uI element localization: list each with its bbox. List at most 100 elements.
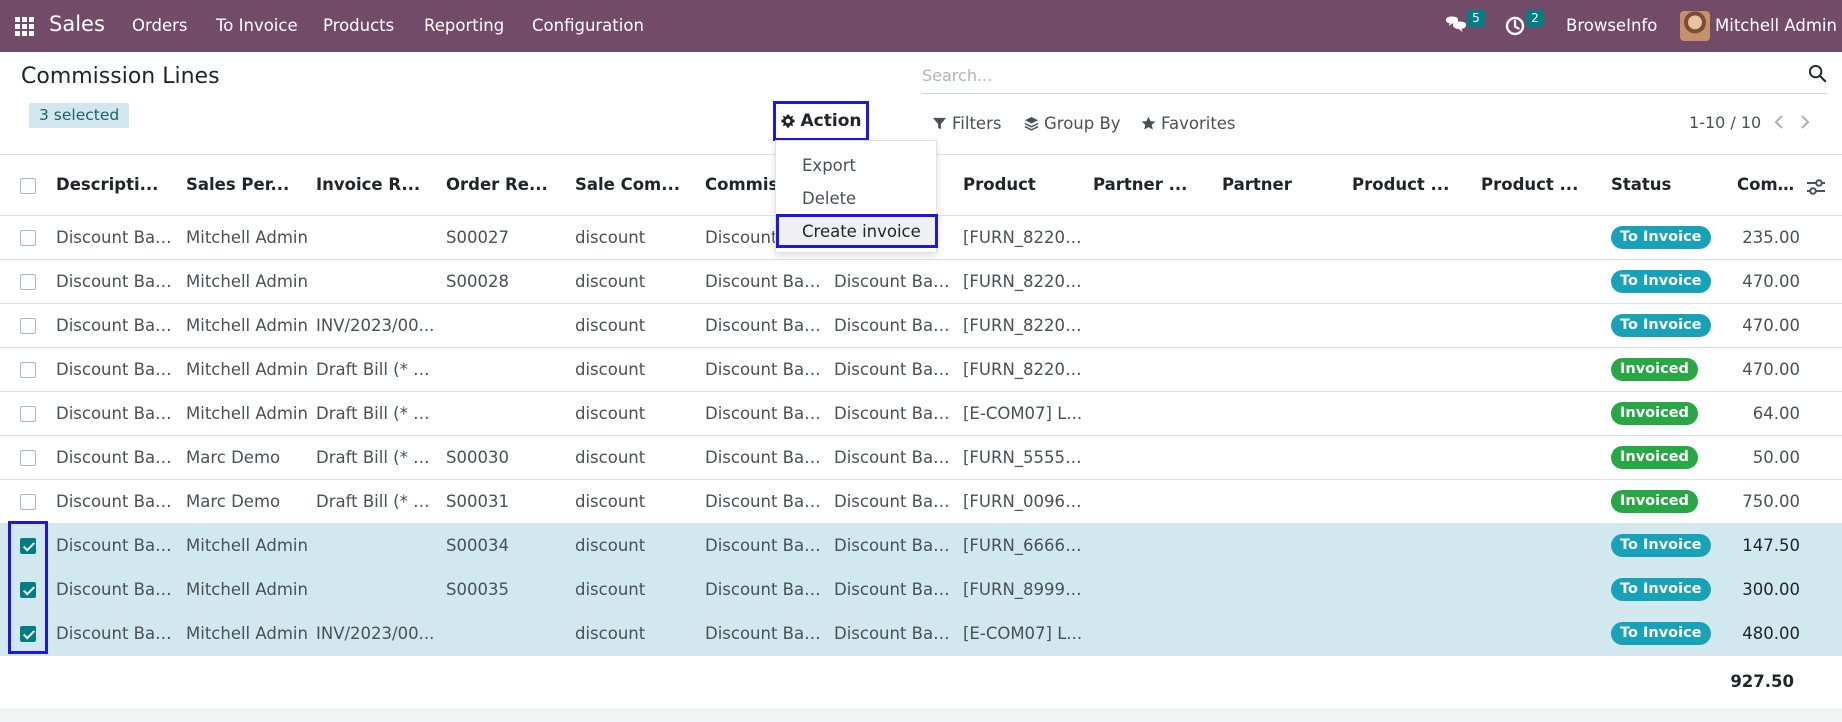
company-switcher[interactable]: BrowseInfo [1566, 16, 1657, 35]
cell-order-ref[interactable]: S00028 [438, 259, 567, 303]
cell-empty[interactable] [1344, 523, 1473, 567]
cell-product[interactable]: [FURN_5555]... [955, 435, 1085, 479]
cell-empty[interactable] [1344, 391, 1473, 435]
cell-empty[interactable] [1344, 435, 1473, 479]
cell-product[interactable]: [E-COM07] L... [955, 391, 1085, 435]
cell-empty[interactable] [1214, 479, 1344, 523]
cell-status[interactable]: To Invoice [1603, 303, 1729, 347]
cell-commission-based[interactable]: Discount Based [826, 435, 955, 479]
action-button[interactable]: Action [773, 101, 869, 141]
cell-invoice-ref[interactable] [308, 259, 438, 303]
column-header-description[interactable]: Descripti... [48, 155, 178, 216]
cell-status[interactable]: To Invoice [1603, 259, 1729, 303]
cell-description[interactable]: Discount Bas... [48, 215, 178, 259]
cell-sales-person[interactable]: Mitchell Admin [178, 303, 308, 347]
cell-commission[interactable]: Discount Bas... [697, 611, 826, 655]
cell-status[interactable]: To Invoice [1603, 611, 1729, 655]
cell-order-ref[interactable]: S00030 [438, 435, 567, 479]
cell-empty[interactable] [1085, 435, 1214, 479]
cell-product[interactable]: [FURN_8220]... [955, 215, 1085, 259]
clock-icon[interactable] [1505, 16, 1525, 36]
cell-empty[interactable] [1473, 391, 1603, 435]
select-all-checkbox[interactable] [20, 177, 36, 194]
cell-commission[interactable]: Discount Bas... [697, 479, 826, 523]
row-checkbox[interactable] [20, 406, 36, 422]
cell-order-ref[interactable] [438, 347, 567, 391]
cell-sale-commission[interactable]: discount [567, 391, 697, 435]
cell-order-ref[interactable]: S00031 [438, 479, 567, 523]
row-checkbox[interactable] [20, 450, 36, 466]
cell-empty[interactable] [1473, 347, 1603, 391]
cell-description[interactable]: Discount Bas... [48, 391, 178, 435]
table-row[interactable]: Discount Bas... Mitchell Admin INV/2023/00… [0, 611, 1842, 655]
cell-empty[interactable] [1344, 215, 1473, 259]
cell-empty[interactable] [1085, 479, 1214, 523]
cell-commission-amount[interactable]: 147.50 [1729, 523, 1842, 567]
cell-empty[interactable] [1085, 347, 1214, 391]
column-header-product[interactable]: Product [955, 155, 1085, 216]
cell-order-ref[interactable]: S00035 [438, 567, 567, 611]
cell-sales-person[interactable]: Mitchell Admin [178, 215, 308, 259]
cell-order-ref[interactable] [438, 391, 567, 435]
cell-product[interactable]: [FURN_8220]... [955, 303, 1085, 347]
cell-status[interactable]: Invoiced [1603, 391, 1729, 435]
user-avatar[interactable] [1680, 11, 1710, 41]
cell-empty[interactable] [1473, 611, 1603, 655]
table-row[interactable]: Discount Bas... Mitchell Admin Draft Bill … [0, 347, 1842, 391]
column-header-invoice-ref[interactable]: Invoice R... [308, 155, 438, 216]
cell-sale-commission[interactable]: discount [567, 523, 697, 567]
cell-status[interactable]: To Invoice [1603, 567, 1729, 611]
table-row[interactable]: Discount Bas... Mitchell Admin S00034 disco… [0, 523, 1842, 567]
cell-commission-amount[interactable]: 470.00 [1729, 303, 1842, 347]
row-checkbox[interactable] [20, 494, 36, 510]
favorites-button[interactable]: Favorites [1141, 114, 1236, 133]
cell-product[interactable]: [FURN_0096]... [955, 479, 1085, 523]
cell-product[interactable]: [FURN_8220]... [955, 347, 1085, 391]
chevron-right-icon[interactable] [1798, 113, 1812, 131]
cell-sale-commission[interactable]: discount [567, 215, 697, 259]
cell-empty[interactable] [1214, 303, 1344, 347]
cell-sales-person[interactable]: Mitchell Admin [178, 611, 308, 655]
cell-status[interactable]: Invoiced [1603, 435, 1729, 479]
cell-empty[interactable] [1473, 567, 1603, 611]
cell-description[interactable]: Discount Bas... [48, 259, 178, 303]
cell-empty[interactable] [1085, 259, 1214, 303]
menu-configuration[interactable]: Configuration [532, 16, 644, 35]
cell-sale-commission[interactable]: discount [567, 347, 697, 391]
cell-commission-amount[interactable]: 750.00 [1729, 479, 1842, 523]
cell-commission[interactable]: Discount Bas... [697, 435, 826, 479]
search-input[interactable] [922, 62, 1782, 88]
cell-empty[interactable] [1214, 259, 1344, 303]
cell-empty[interactable] [1344, 479, 1473, 523]
cell-empty[interactable] [1085, 391, 1214, 435]
menu-item-export[interactable]: Export [802, 156, 856, 175]
cell-order-ref[interactable]: S00027 [438, 215, 567, 259]
table-row[interactable]: Discount Bas... Marc Demo Draft Bill (* 24… [0, 435, 1842, 479]
table-row[interactable]: Discount Bas... Mitchell Admin S00028 disco… [0, 259, 1842, 303]
cell-empty[interactable] [1214, 567, 1344, 611]
cell-commission-amount[interactable]: 300.00 [1729, 567, 1842, 611]
cell-commission-based[interactable]: Discount Based [826, 479, 955, 523]
cell-empty[interactable] [1085, 523, 1214, 567]
cell-description[interactable]: Discount Bas... [48, 567, 178, 611]
cell-commission[interactable]: Discount Bas... [697, 259, 826, 303]
cell-empty[interactable] [1473, 523, 1603, 567]
table-row[interactable]: Discount Bas... Marc Demo Draft Bill (* 25… [0, 479, 1842, 523]
cell-invoice-ref[interactable]: Draft Bill (* 22) [308, 347, 438, 391]
column-header-sales-person[interactable]: Sales Per... [178, 155, 308, 216]
cell-commission-amount[interactable]: 235.00 [1729, 215, 1842, 259]
row-checkbox[interactable] [20, 230, 36, 246]
cell-empty[interactable] [1085, 303, 1214, 347]
cell-description[interactable]: Discount Bas... [48, 435, 178, 479]
cell-order-ref[interactable]: S00034 [438, 523, 567, 567]
cell-empty[interactable] [1085, 611, 1214, 655]
table-row[interactable]: Discount Bas... Mitchell Admin Draft Bill … [0, 391, 1842, 435]
cell-sale-commission[interactable]: discount [567, 435, 697, 479]
search-icon[interactable] [1808, 64, 1827, 83]
user-menu[interactable]: Mitchell Admin [1715, 16, 1837, 35]
row-checkbox[interactable] [20, 318, 36, 334]
cell-commission-based[interactable]: Discount Based [826, 303, 955, 347]
column-header-sale-commission[interactable]: Sale Com... [567, 155, 697, 216]
column-header-partner-2[interactable]: Partner [1214, 155, 1344, 216]
cell-commission-amount[interactable]: 480.00 [1729, 611, 1842, 655]
